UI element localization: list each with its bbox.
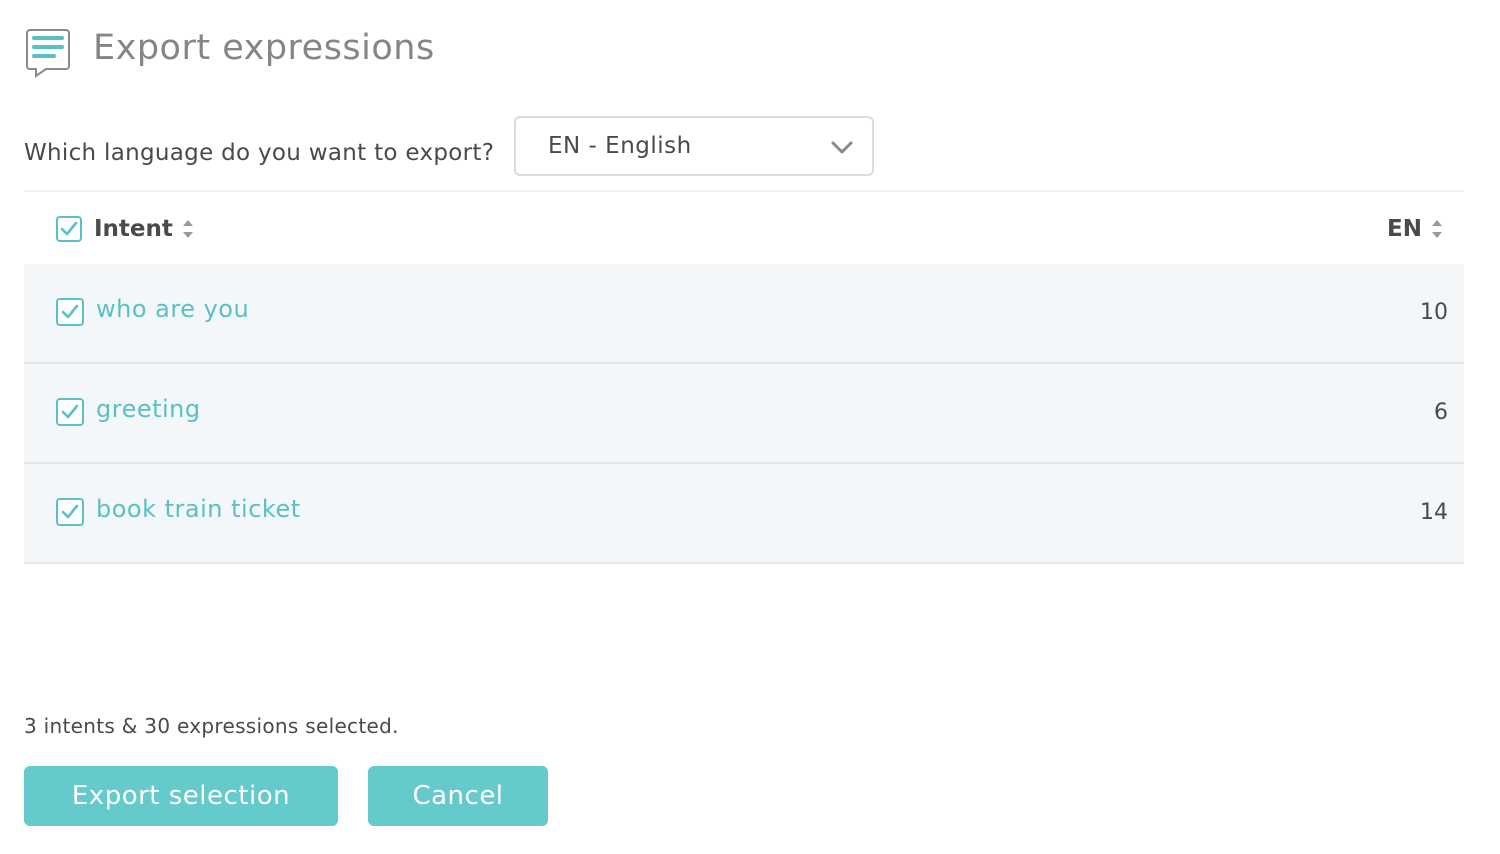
page-title: Export expressions	[93, 28, 435, 68]
select-all-checkbox[interactable]	[56, 216, 82, 242]
dialog-header	[24, 26, 72, 78]
intent-column-label: Intent	[94, 216, 173, 242]
intent-link[interactable]: who are you	[96, 295, 249, 323]
expression-count: 14	[1420, 500, 1448, 525]
expression-count: 6	[1434, 400, 1448, 425]
table-row[interactable]: book train ticket 14	[24, 464, 1464, 564]
language-row: Which language do you want to export? EN…	[24, 116, 874, 176]
count-column-header[interactable]: EN	[1387, 216, 1444, 242]
row-checkbox[interactable]	[56, 498, 84, 526]
checkmark-icon	[61, 304, 79, 319]
row-checkbox[interactable]	[56, 298, 84, 326]
table-row[interactable]: who are you 10	[24, 264, 1464, 364]
table-row[interactable]: greeting 6	[24, 364, 1464, 464]
row-checkbox[interactable]	[56, 398, 84, 426]
sort-icon[interactable]	[181, 217, 195, 241]
cancel-button[interactable]: Cancel	[368, 766, 548, 826]
checkmark-icon	[60, 221, 78, 236]
language-select[interactable]: EN - English	[514, 116, 874, 176]
intent-link[interactable]: greeting	[96, 395, 201, 423]
intent-link[interactable]: book train ticket	[96, 495, 301, 523]
chevron-down-icon	[831, 141, 853, 154]
table-header: Intent EN	[24, 190, 1464, 264]
expression-count: 10	[1420, 300, 1448, 325]
export-selection-button[interactable]: Export selection	[24, 766, 338, 826]
sort-icon[interactable]	[1430, 217, 1444, 241]
document-chat-icon	[26, 29, 70, 78]
selection-summary: 3 intents & 30 expressions selected.	[24, 714, 399, 738]
checkmark-icon	[61, 504, 79, 519]
language-label: Which language do you want to export?	[24, 140, 495, 166]
intents-table: Intent EN who are you 10 greeting 6 book…	[24, 190, 1464, 564]
count-column-label: EN	[1387, 216, 1422, 242]
checkmark-icon	[61, 404, 79, 419]
language-select-value: EN - English	[548, 133, 692, 159]
intent-column-header[interactable]: Intent	[56, 216, 195, 242]
